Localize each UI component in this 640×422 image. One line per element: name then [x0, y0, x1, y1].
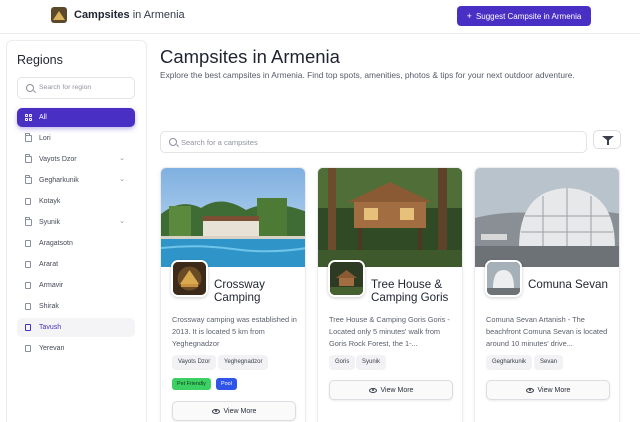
sidebar-item-label: Tavush	[39, 323, 62, 331]
folder-icon	[25, 154, 32, 163]
campsite-name[interactable]: Tree House & Camping Goris	[371, 278, 461, 304]
eye-icon	[211, 408, 220, 414]
sidebar-item-yerevan[interactable]: Yerevan	[17, 339, 135, 358]
campsite-card[interactable]: Comuna Sevan Comuna Sevan Artanish - The…	[474, 167, 620, 422]
campsite-description: Crossway camping was established in 2013…	[172, 315, 297, 348]
sidebar-item-label: Aragatsotn	[39, 239, 73, 247]
campsite-card[interactable]: Tree House & Camping Goris Tree House & …	[317, 167, 463, 422]
view-more-label: View More	[537, 386, 571, 394]
suggest-campsite-button[interactable]: + Suggest Campsite in Armenia	[457, 6, 591, 26]
search-icon	[26, 84, 34, 92]
view-more-button[interactable]: View More	[329, 380, 453, 400]
sidebar-item-syunik[interactable]: Syunik ⌄	[17, 213, 135, 232]
eye-icon	[368, 387, 377, 393]
file-icon	[25, 282, 31, 289]
top-bar: Campsites in Armenia + Suggest Campsite …	[0, 0, 640, 34]
sidebar-item-lori[interactable]: Lori	[17, 129, 135, 148]
suggest-campsite-label: Suggest Campsite in Armenia	[475, 11, 582, 21]
sidebar-item-label: Syunik	[39, 218, 61, 226]
amenity-badge: Pool	[216, 378, 237, 390]
location-tag[interactable]: Goris	[329, 355, 356, 370]
page-title: Campsites in Armenia	[160, 46, 340, 67]
location-tag[interactable]: Syunik	[356, 355, 387, 370]
sidebar-item-label: Ararat	[39, 260, 59, 268]
plus-icon: +	[466, 10, 472, 21]
search-icon	[169, 138, 177, 146]
campsite-photo[interactable]	[475, 168, 619, 267]
sidebar-item-ararat[interactable]: Ararat	[17, 255, 135, 274]
sidebar-item-label: Gegharkunik	[39, 176, 79, 184]
chevron-down-icon[interactable]: ⌄	[119, 175, 125, 183]
filter-icon	[602, 136, 614, 145]
sidebar-item-label: Kotayk	[39, 197, 61, 205]
location-tag[interactable]: Yeghegnadzor	[218, 355, 269, 370]
location-tag[interactable]: Sevan	[534, 355, 564, 370]
view-more-button[interactable]: View More	[172, 401, 296, 421]
campsite-card[interactable]: Crossway Camping Crossway camping was es…	[160, 167, 306, 422]
sidebar-item-kotayk[interactable]: Kotayk	[17, 192, 135, 211]
file-icon	[25, 324, 31, 331]
folder-icon	[25, 217, 32, 226]
page-description: Explore the best campsites in Armenia. F…	[160, 70, 575, 80]
folder-icon	[25, 133, 32, 142]
site-title[interactable]: Campsites in Armenia	[74, 9, 185, 22]
campsite-photo[interactable]	[318, 168, 462, 267]
sidebar-item-label: All	[39, 113, 47, 121]
campsite-logo	[328, 260, 365, 297]
folder-icon	[25, 175, 32, 184]
view-more-label: View More	[380, 386, 414, 394]
file-icon	[25, 261, 31, 268]
regions-title: Regions	[17, 53, 63, 67]
brand-bold: Campsites	[74, 9, 130, 21]
chevron-down-icon[interactable]: ⌄	[119, 217, 125, 225]
amenity-badge: Pet Friendly	[172, 378, 211, 390]
filter-button[interactable]	[593, 130, 621, 149]
region-search-input[interactable]: Search for region	[17, 77, 135, 99]
file-icon	[25, 303, 31, 310]
location-tag[interactable]: Vayots Dzor	[172, 355, 217, 370]
sidebar-item-aragatsotn[interactable]: Aragatsotn	[17, 234, 135, 253]
file-icon	[25, 345, 31, 352]
eye-icon	[525, 387, 534, 393]
campsite-search-input[interactable]: Search for a campsites	[160, 131, 587, 153]
site-logo[interactable]	[51, 7, 67, 23]
brand-rest: in Armenia	[132, 9, 185, 21]
sidebar-item-label: Vayots Dzor	[39, 155, 77, 163]
sidebar-item-label: Armavir	[39, 281, 64, 289]
sidebar-item-all[interactable]: All	[17, 108, 135, 127]
sidebar-item-armavir[interactable]: Armavir	[17, 276, 135, 295]
view-more-button[interactable]: View More	[486, 380, 610, 400]
sidebar-item-vayots-dzor[interactable]: Vayots Dzor ⌄	[17, 150, 135, 169]
sidebar-item-label: Yerevan	[39, 344, 65, 352]
campsite-search-placeholder: Search for a campsites	[181, 138, 258, 147]
campsite-logo	[171, 260, 208, 297]
regions-sidebar: Regions Search for region All Lori Vayot…	[6, 40, 147, 422]
sidebar-item-gegharkunik[interactable]: Gegharkunik ⌄	[17, 171, 135, 190]
file-icon	[25, 240, 31, 247]
region-search-placeholder: Search for region	[39, 84, 92, 91]
campsite-description: Tree House & Camping Goris Goris - Locat…	[329, 315, 450, 348]
campsite-description: Comuna Sevan Artanish - The beachfront C…	[486, 315, 608, 348]
campsite-name[interactable]: Comuna Sevan	[528, 278, 618, 291]
location-tag[interactable]: Gegharkunik	[486, 355, 533, 370]
campsite-name[interactable]: Crossway Camping	[214, 278, 304, 304]
chevron-down-icon[interactable]: ⌄	[119, 154, 125, 162]
sidebar-item-label: Lori	[39, 134, 51, 142]
file-icon	[25, 198, 31, 205]
sidebar-item-shirak[interactable]: Shirak	[17, 297, 135, 316]
grid-icon	[25, 114, 32, 121]
view-more-label: View More	[223, 407, 257, 415]
campsite-photo[interactable]	[161, 168, 305, 267]
sidebar-item-label: Shirak	[39, 302, 59, 310]
campsite-logo	[485, 260, 522, 297]
sidebar-item-tavush[interactable]: Tavush	[17, 318, 135, 337]
